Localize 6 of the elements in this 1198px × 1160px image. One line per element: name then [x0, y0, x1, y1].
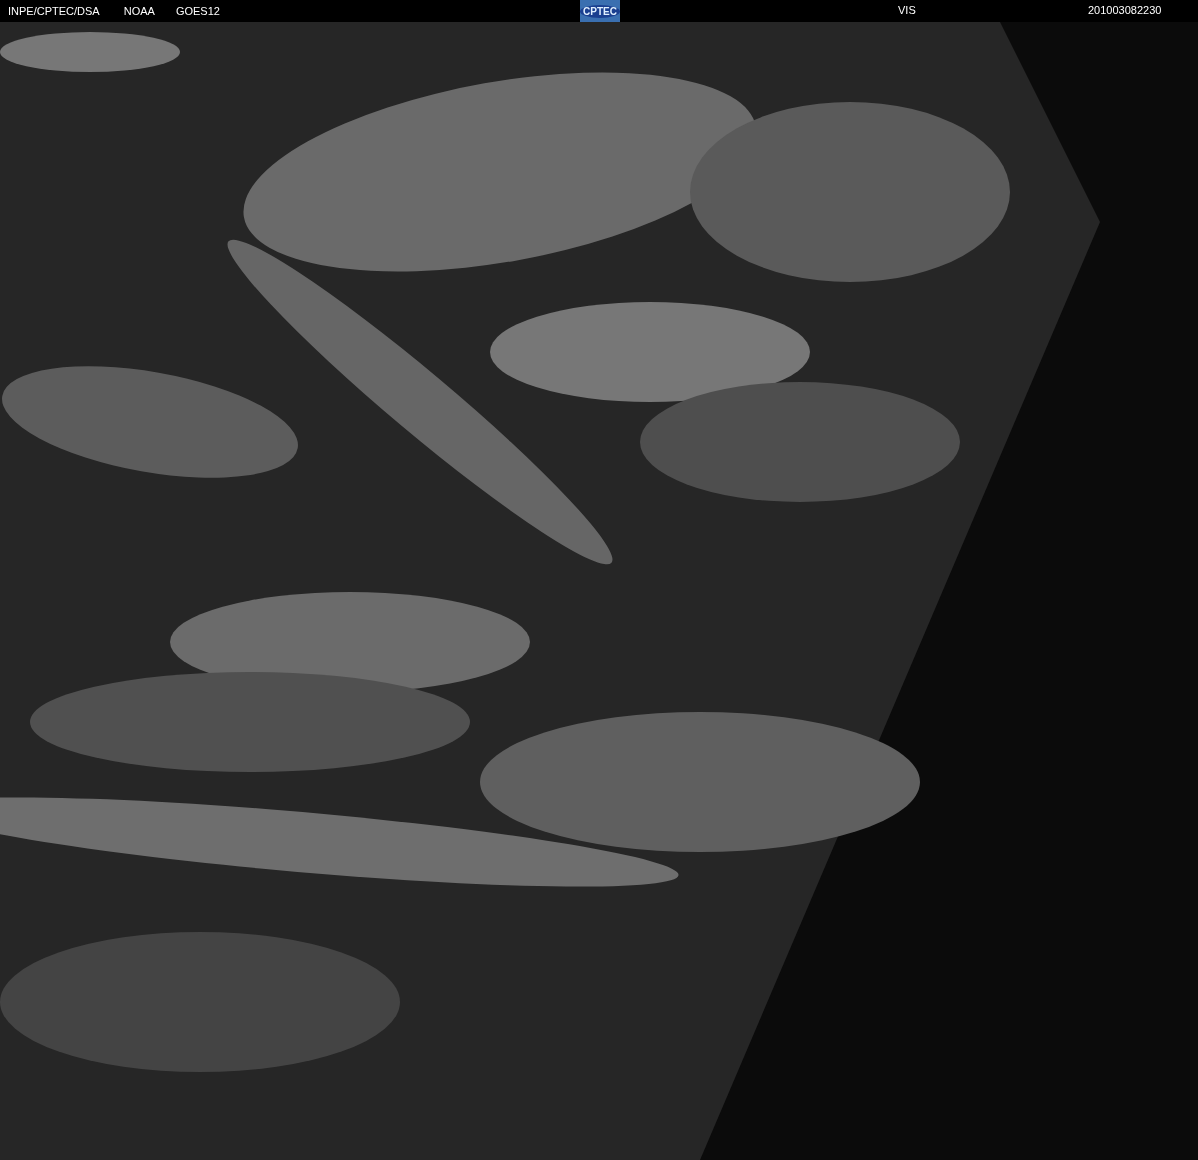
channel-label: VIS [898, 4, 916, 16]
agency-label: NOAA [123, 5, 155, 17]
timestamp-label: 201003082230 [1088, 4, 1162, 16]
satellite-label: GOES12 [175, 5, 220, 17]
source-label: INPE/CPTEC/DSA [8, 5, 100, 17]
cptec-logo: CPTEC [580, 0, 620, 22]
